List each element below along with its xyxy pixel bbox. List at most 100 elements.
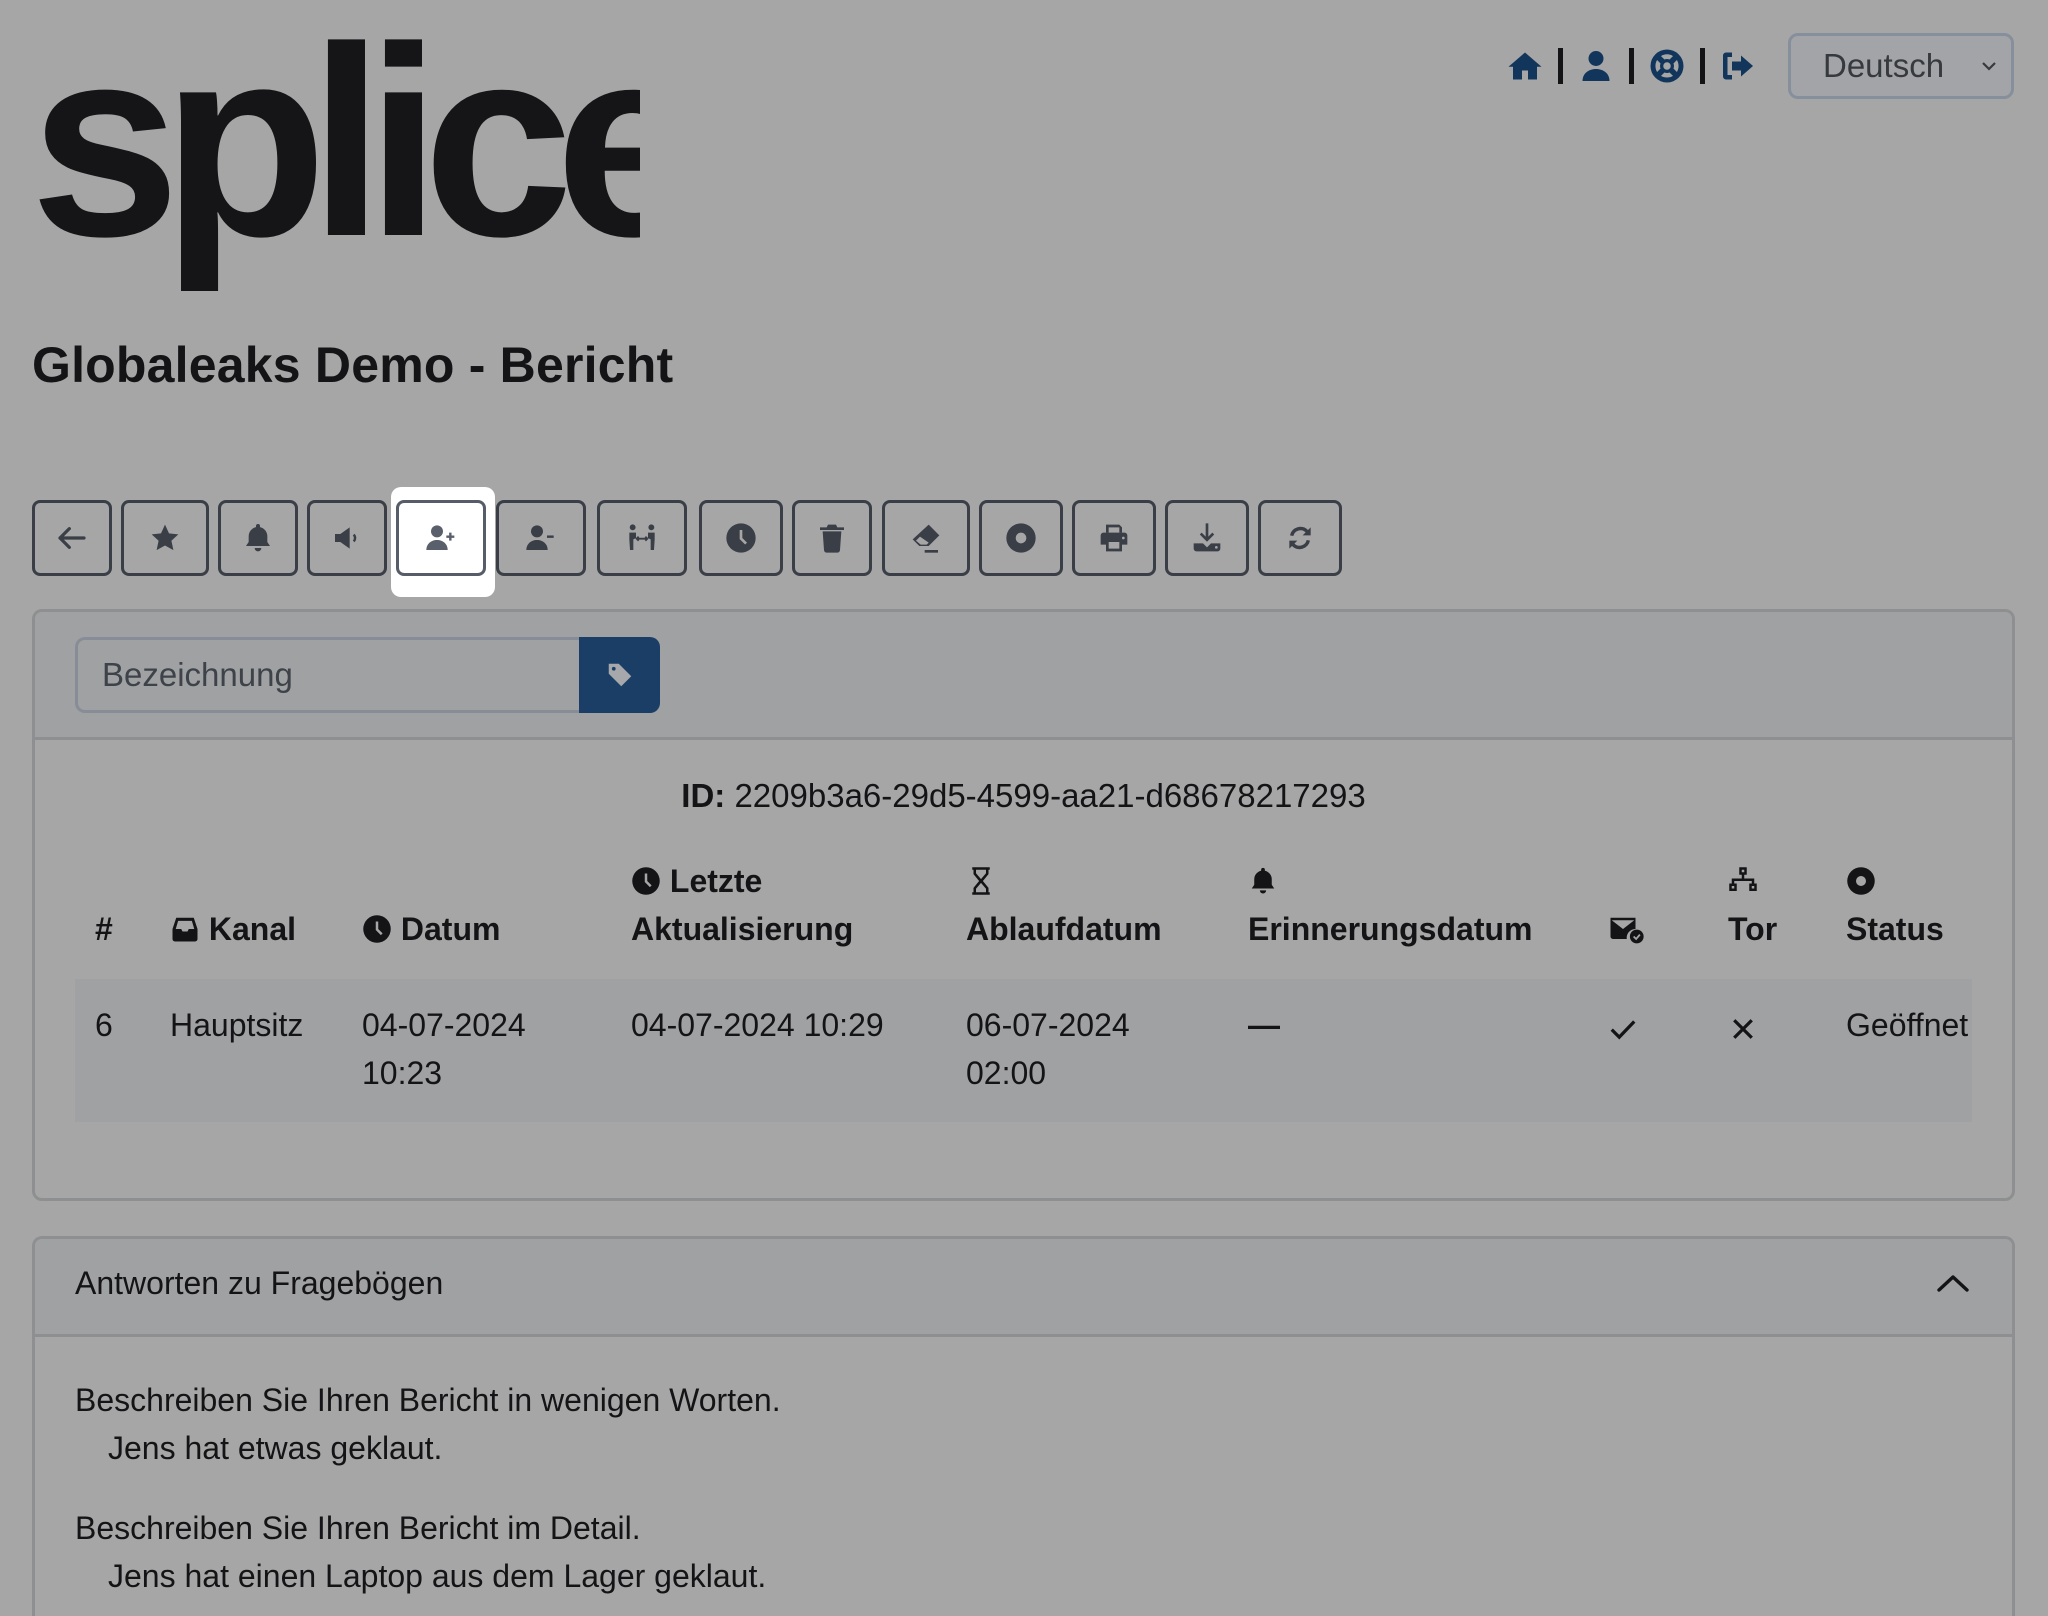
column-last-update-label-1: Letzte <box>669 863 763 899</box>
logo-image: splice <box>30 0 717 294</box>
questionnaire-panel-header[interactable]: Antworten zu Fragebögen <box>35 1239 2012 1337</box>
print-icon <box>1100 524 1128 552</box>
splice-logo: splice <box>30 0 717 300</box>
questionnaire-title: Antworten zu Fragebögen <box>75 1265 444 1301</box>
user-plus-icon <box>426 525 455 550</box>
check-icon <box>1610 1020 1636 1040</box>
report-panel: ID: 2209b3a6-29d5-4599-aa21-d68678217293… <box>32 609 2015 1201</box>
cell-number: 6 <box>95 1007 113 1043</box>
cell-date-day: 04-07-2024 <box>362 1007 526 1043</box>
star-icon <box>151 524 179 551</box>
cell-status: Geöffnet <box>1846 1007 1969 1043</box>
report-id: ID: 2209b3a6-29d5-4599-aa21-d68678217293 <box>35 777 2012 815</box>
refresh-icon <box>1289 526 1311 550</box>
column-last-update: Letzte Aktualisierung <box>631 857 853 953</box>
nav-divider <box>1558 48 1563 84</box>
column-channel: Kanal <box>170 905 296 953</box>
questionnaire-panel: Antworten zu Fragebögen Beschreiben Sie … <box>32 1236 2015 1616</box>
question-text: Beschreiben Sie Ihren Bericht im Detail. <box>75 1510 641 1546</box>
column-date-label: Datum <box>400 911 501 947</box>
support-link[interactable] <box>1647 46 1687 86</box>
column-tor: Tor <box>1728 857 1777 953</box>
arrow-left-icon <box>58 527 86 549</box>
question-text: Beschreiben Sie Ihren Bericht in wenigen… <box>75 1382 781 1418</box>
logout-icon <box>1723 52 1753 80</box>
column-expiration: Ablaufdatum <box>966 857 1162 953</box>
language-select[interactable]: Deutsch <box>1788 33 2014 99</box>
redact-button[interactable] <box>882 500 970 576</box>
cell-last-update: 04-07-2024 10:29 <box>631 1007 884 1043</box>
answer-text: Jens hat etwas geklaut. <box>108 1430 443 1466</box>
logout-link[interactable] <box>1718 46 1758 86</box>
column-reminder-label: Erinnerungsdatum <box>1248 911 1533 947</box>
transfer-button[interactable] <box>597 500 687 576</box>
chevron-up-icon[interactable] <box>1936 1271 1970 1295</box>
download-button[interactable] <box>1165 500 1249 576</box>
clock-icon <box>726 523 756 553</box>
answer-item: Beschreiben Sie Ihren Bericht in wenigen… <box>75 1376 781 1472</box>
column-email-notification <box>1608 905 1648 953</box>
language-select-value: Deutsch <box>1823 47 1945 84</box>
important-button[interactable] <box>121 500 209 576</box>
nav-divider <box>1700 48 1705 84</box>
inbox-icon <box>172 917 198 942</box>
column-last-update-label-2: Aktualisierung <box>631 911 854 947</box>
label-form <box>35 612 2012 740</box>
column-date: Datum <box>362 905 500 953</box>
clock-icon <box>632 867 660 895</box>
megaphone-icon <box>335 527 357 549</box>
revoke-access-button[interactable] <box>496 500 586 576</box>
page-title: Globaleaks Demo - Bericht <box>32 337 674 393</box>
column-tor-label: Tor <box>1728 911 1778 947</box>
circle-dot-icon <box>1847 867 1875 895</box>
table-row[interactable]: 6 Hauptsitz 04-07-2024 10:23 04-07-2024 … <box>75 979 1972 1122</box>
envelope-check-icon <box>1610 917 1644 944</box>
report-id-label: ID: <box>681 777 726 814</box>
people-arrows-icon <box>629 524 655 550</box>
column-number: # <box>95 911 113 947</box>
column-status-label: Status <box>1846 911 1944 947</box>
support-icon <box>1650 49 1684 83</box>
cell-tor <box>1728 1009 1758 1057</box>
report-id-value: 2209b3a6-29d5-4599-aa21-d68678217293 <box>734 777 1366 814</box>
x-icon <box>1733 1019 1753 1039</box>
bell-icon <box>246 524 270 552</box>
nav-divider <box>1629 48 1634 84</box>
home-icon <box>1508 52 1542 80</box>
answer-text: Jens hat einen Laptop aus dem Lager gekl… <box>108 1558 767 1594</box>
trash-icon <box>820 524 844 553</box>
label-input[interactable] <box>75 637 580 713</box>
print-button[interactable] <box>1072 500 1156 576</box>
eraser-icon <box>912 524 940 553</box>
delete-button[interactable] <box>792 500 872 576</box>
status-button[interactable] <box>979 500 1063 576</box>
network-icon <box>1729 867 1757 891</box>
refresh-button[interactable] <box>1258 500 1342 576</box>
postpone-button[interactable] <box>699 500 783 576</box>
cell-expiration: 06-07-2024 02:00 <box>966 1001 1130 1097</box>
assign-label-button[interactable] <box>579 637 660 713</box>
cell-expiration-day: 06-07-2024 <box>966 1007 1130 1043</box>
cell-channel: Hauptsitz <box>170 1007 304 1043</box>
tag-icon <box>608 663 631 687</box>
cell-email-notified <box>1608 1009 1638 1057</box>
grant-access-button[interactable] <box>396 500 486 576</box>
cell-date-time: 10:23 <box>362 1055 443 1091</box>
notify-button[interactable] <box>307 500 387 576</box>
bell-icon <box>1251 867 1275 894</box>
circle-dot-icon <box>1006 523 1036 553</box>
svg-text:splice: splice <box>30 30 640 294</box>
reminder-button[interactable] <box>218 500 298 576</box>
back-button[interactable] <box>32 500 112 576</box>
profile-link[interactable] <box>1576 46 1616 86</box>
column-status: Status <box>1846 857 1944 953</box>
column-channel-label: Kanal <box>208 911 297 947</box>
user-icon <box>1582 51 1610 81</box>
answer-item: Beschreiben Sie Ihren Bericht im Detail.… <box>75 1504 766 1600</box>
home-link[interactable] <box>1505 46 1545 86</box>
cell-reminder: — <box>1248 1007 1280 1043</box>
clock-icon <box>363 915 391 943</box>
column-expiration-label: Ablaufdatum <box>966 911 1162 947</box>
download-icon <box>1193 523 1221 552</box>
column-reminder: Erinnerungsdatum <box>1248 857 1532 953</box>
